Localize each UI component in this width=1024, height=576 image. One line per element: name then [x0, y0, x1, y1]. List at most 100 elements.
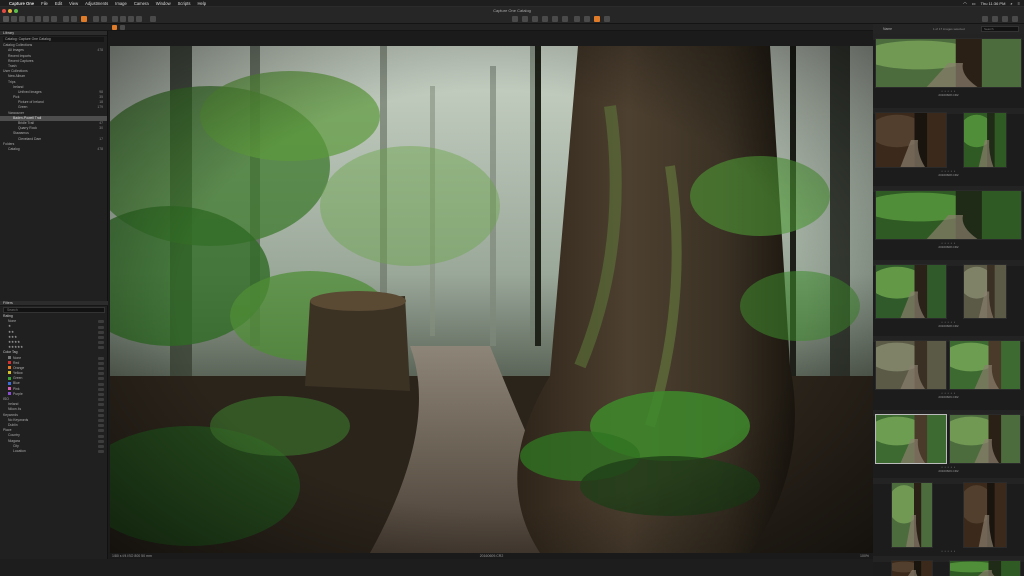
- browser-thumbnail[interactable]: [949, 414, 1021, 464]
- reset-icon[interactable]: [81, 16, 87, 22]
- library-item-label: Catalog Collections: [3, 43, 33, 48]
- browser-thumbnail[interactable]: [891, 482, 933, 548]
- crop-cursor-icon[interactable]: [542, 16, 548, 22]
- library-item-label: Bridle Trail: [18, 121, 35, 125]
- grid-view-icon[interactable]: [93, 16, 99, 22]
- exposure-tab-icon[interactable]: [35, 16, 41, 22]
- pan-cursor-icon[interactable]: [522, 16, 528, 22]
- browser-thumbnail[interactable]: [875, 414, 947, 464]
- minimize-window-button[interactable]: [8, 9, 12, 13]
- browser-thumbnail[interactable]: [875, 112, 947, 168]
- filters-search-input[interactable]: Search: [3, 307, 105, 313]
- thumbnail-filename: 20160608.CR2: [938, 173, 959, 177]
- menu-item-help[interactable]: Help: [197, 1, 206, 6]
- help-icon[interactable]: [1012, 16, 1018, 22]
- redo-icon[interactable]: [71, 16, 77, 22]
- color-tag-count: [98, 387, 104, 391]
- filter-row-count: [98, 403, 104, 407]
- filter-row-count: [98, 413, 104, 417]
- undo-icon[interactable]: [63, 16, 69, 22]
- spotlight-icon[interactable]: ⌕: [1010, 1, 1012, 6]
- picker-cursor-icon[interactable]: [594, 16, 600, 22]
- main-viewer-image[interactable]: [110, 46, 873, 553]
- browser-thumbnail[interactable]: [891, 560, 933, 576]
- library-item-label: Recent Captures: [8, 58, 34, 63]
- library-item-label: Pick: [13, 95, 20, 100]
- browser-thumbnail[interactable]: [963, 264, 1007, 319]
- color-tag-label: Pink: [13, 386, 20, 391]
- lens-tab-icon[interactable]: [19, 16, 25, 22]
- catalog-selector[interactable]: Catalog: Capture One Catalog: [3, 37, 104, 43]
- multi-view-icon[interactable]: [128, 16, 134, 22]
- menu-item-window[interactable]: Window: [156, 1, 171, 6]
- exposure-warning-icon[interactable]: [982, 16, 988, 22]
- zoom-cursor-icon[interactable]: [532, 16, 538, 22]
- browser-toggle-icon[interactable]: [120, 16, 126, 22]
- menu-item-camera[interactable]: Camera: [134, 1, 149, 6]
- library-panel-header[interactable]: Library: [0, 31, 107, 36]
- browser-thumbnail[interactable]: [949, 340, 1021, 390]
- rating-count: [98, 335, 104, 339]
- select-cursor-icon[interactable]: [512, 16, 518, 22]
- menu-item-capture-one[interactable]: Capture One: [9, 1, 34, 6]
- details-tab-icon[interactable]: [43, 16, 49, 22]
- color-tab-icon[interactable]: [27, 16, 33, 22]
- sort-menu[interactable]: Name: [883, 27, 892, 31]
- library-tab-icon[interactable]: [3, 16, 9, 22]
- battery-icon[interactable]: ▭: [972, 1, 976, 6]
- filter-row[interactable]: Location: [0, 449, 108, 454]
- close-window-button[interactable]: [2, 9, 6, 13]
- browser-thumbnail[interactable]: [963, 482, 1007, 548]
- rating-count: [98, 341, 104, 345]
- thumbnail-image: [964, 483, 1006, 547]
- thumbnail-rating-stars[interactable]: • • • • •: [873, 549, 1024, 553]
- notifications-icon[interactable]: ≡: [1018, 1, 1020, 6]
- brush-cursor-icon[interactable]: [584, 16, 590, 22]
- menu-item-image[interactable]: Image: [115, 1, 127, 6]
- camera-icon[interactable]: [112, 25, 117, 30]
- library-item-label: All Images: [8, 48, 24, 53]
- browser-thumbnail[interactable]: [875, 190, 1022, 240]
- spot-cursor-icon[interactable]: [574, 16, 580, 22]
- full-screen-icon[interactable]: [150, 16, 156, 22]
- browser-thumbnail[interactable]: [875, 264, 947, 319]
- menu-item-view[interactable]: View: [69, 1, 78, 6]
- color-tag-count: [98, 372, 104, 376]
- color-tag-count: [98, 393, 104, 396]
- grid-icon[interactable]: [992, 16, 998, 22]
- color-tag-label: Green: [13, 376, 23, 381]
- filter-row-label: Location: [13, 448, 26, 453]
- browser-thumbnail[interactable]: [963, 112, 1007, 168]
- library-item[interactable]: Catalog 478: [0, 147, 107, 152]
- menu-item-adjustments[interactable]: Adjustments: [85, 1, 108, 6]
- browser-thumbnail[interactable]: [875, 38, 1022, 88]
- viewer-icon[interactable]: [101, 16, 107, 22]
- color-tag-label: Red: [13, 360, 20, 365]
- browser-thumbnail[interactable]: [949, 560, 1021, 576]
- browser-thumbnail[interactable]: [875, 340, 947, 390]
- menu-item-file[interactable]: File: [41, 1, 48, 6]
- rating-label: ★★★★: [8, 339, 21, 344]
- compare-icon[interactable]: [112, 16, 118, 22]
- menu-clock[interactable]: Thu 11:36 PM: [981, 1, 1006, 6]
- color-tag-label: None: [13, 355, 22, 360]
- filter-row-count: [98, 450, 104, 454]
- folder-icon[interactable]: [120, 25, 125, 30]
- browser-search-input[interactable]: Search: [981, 26, 1019, 32]
- thumbnail-image: [876, 113, 946, 167]
- local-adjust-tab-icon[interactable]: [51, 16, 57, 22]
- viewer-top-bar: [110, 31, 873, 46]
- guides-icon[interactable]: [1002, 16, 1008, 22]
- proof-icon[interactable]: [136, 16, 142, 22]
- filter-row-count: [98, 444, 104, 448]
- straighten-cursor-icon[interactable]: [552, 16, 558, 22]
- keystone-cursor-icon[interactable]: [562, 16, 568, 22]
- thumbnail-image: [876, 415, 946, 463]
- capture-tab-icon[interactable]: [11, 16, 17, 22]
- menu-item-scripts[interactable]: Scripts: [178, 1, 191, 6]
- filters-panel-header[interactable]: Filters: [0, 301, 108, 306]
- menu-item-edit[interactable]: Edit: [55, 1, 62, 6]
- annotate-cursor-icon[interactable]: [604, 16, 610, 22]
- zoom-window-button[interactable]: [14, 9, 18, 13]
- wifi-icon[interactable]: ◠: [963, 1, 967, 6]
